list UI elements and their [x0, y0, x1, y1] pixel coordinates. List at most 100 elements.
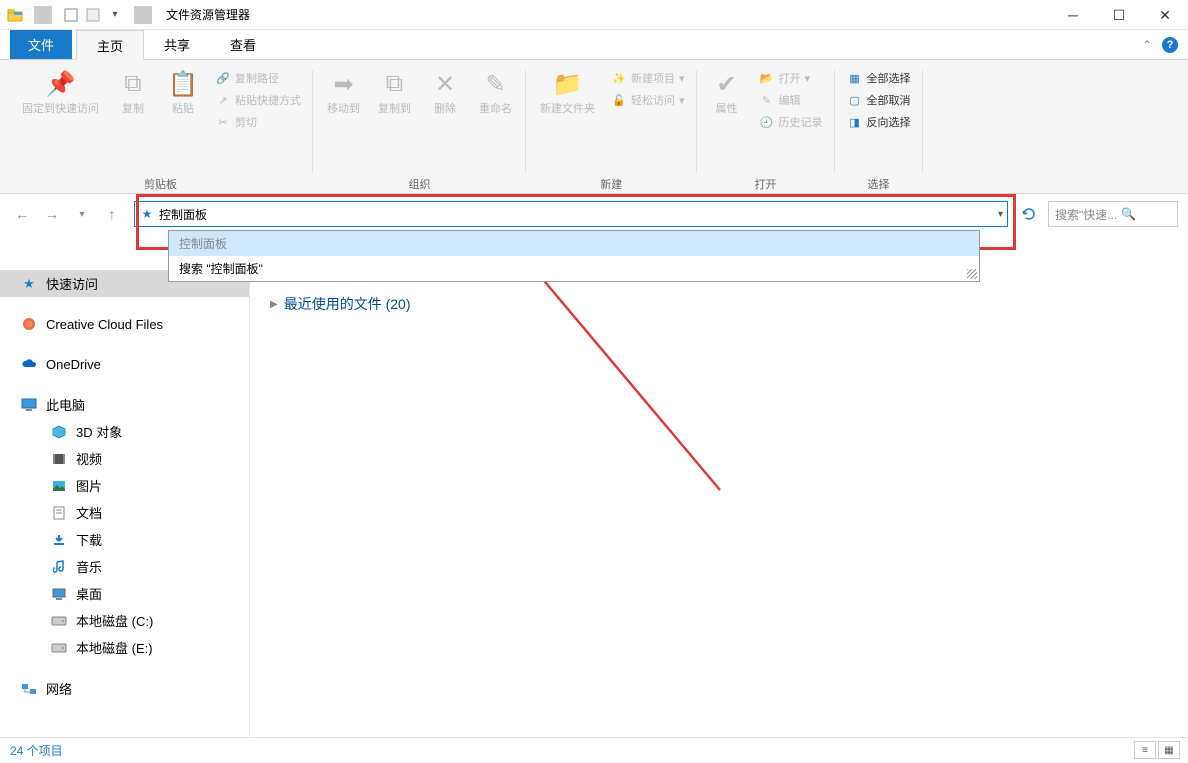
minimize-button[interactable]: ─ — [1050, 0, 1096, 30]
sidebar-item-3d-objects[interactable]: 3D 对象 — [0, 418, 249, 445]
select-none-icon: ▢ — [847, 92, 863, 108]
copy-path-button[interactable]: 🔗复制路径 — [211, 68, 305, 88]
copyto-icon: ⧉ — [379, 68, 411, 100]
forward-button[interactable]: → — [40, 202, 64, 226]
copy-button[interactable]: ⧉ 复制 — [111, 66, 155, 118]
open-label: 打开 — [755, 175, 777, 193]
new-folder-button[interactable]: 📁 新建文件夹 — [534, 66, 601, 118]
organize-label: 组织 — [409, 175, 431, 193]
tab-share[interactable]: 共享 — [144, 30, 210, 59]
rename-icon: ✎ — [480, 68, 512, 100]
sidebar-item-pictures[interactable]: 图片 — [0, 472, 249, 499]
cloud-icon — [20, 355, 38, 373]
picture-icon — [50, 477, 68, 495]
music-icon — [50, 558, 68, 576]
statusbar: 24 个项目 ≡ ▦ — [0, 737, 1188, 763]
new-item-button[interactable]: ✨新建项目 ▾ — [607, 68, 689, 88]
paste-button[interactable]: 📋 粘贴 — [161, 66, 205, 118]
delete-button[interactable]: ✕ 删除 — [423, 66, 467, 118]
select-label: 选择 — [868, 175, 890, 193]
help-icon[interactable]: ? — [1162, 37, 1178, 53]
resize-grip-icon[interactable] — [967, 269, 977, 279]
ribbon: 📌 固定到快速访问 ⧉ 复制 📋 粘贴 🔗复制路径 ↗粘贴快捷方式 ✂剪切 剪贴… — [0, 60, 1188, 194]
view-details-button[interactable]: ≡ — [1134, 741, 1156, 759]
cube-icon — [50, 423, 68, 441]
properties-button[interactable]: ✔ 属性 — [705, 66, 749, 118]
cut-button[interactable]: ✂剪切 — [211, 112, 305, 132]
sidebar-item-network[interactable]: 网络 — [0, 675, 249, 702]
drive-icon — [50, 639, 68, 657]
tab-file[interactable]: 文件 — [10, 30, 72, 59]
easy-access-button[interactable]: 🔓轻松访问 ▾ — [607, 90, 689, 110]
qat-item-blank-icon[interactable] — [84, 6, 102, 24]
qat-dropdown[interactable]: ▾ — [106, 6, 124, 24]
new-folder-icon: 📁 — [552, 68, 584, 100]
tab-home[interactable]: 主页 — [76, 30, 144, 60]
invert-selection-button[interactable]: ◨反向选择 — [843, 112, 915, 132]
search-input[interactable]: 搜索"快速... 🔍 — [1048, 201, 1178, 227]
suggestion-item-1[interactable]: 控制面板 — [169, 231, 979, 256]
close-button[interactable]: ✕ — [1142, 0, 1188, 30]
sidebar-item-this-pc[interactable]: 此电脑 — [0, 391, 249, 418]
up-button[interactable]: ↑ — [100, 202, 124, 226]
history-button[interactable]: 🕘历史记录 — [755, 112, 827, 132]
select-none-button[interactable]: ▢全部取消 — [843, 90, 915, 110]
chevron-right-icon: ▶ — [270, 299, 278, 310]
pin-to-quick-access-button[interactable]: 📌 固定到快速访问 — [16, 66, 105, 118]
edit-button[interactable]: ✎编辑 — [755, 90, 827, 110]
copy-label: 复制 — [122, 102, 144, 116]
delete-icon: ✕ — [429, 68, 461, 100]
clipboard-label: 剪贴板 — [144, 175, 177, 193]
sidebar-item-desktop[interactable]: 桌面 — [0, 580, 249, 607]
network-icon — [20, 680, 38, 698]
refresh-button[interactable] — [1016, 201, 1042, 227]
sidebar-item-drive-c[interactable]: 本地磁盘 (C:) — [0, 607, 249, 634]
invert-icon: ◨ — [847, 114, 863, 130]
tab-view[interactable]: 查看 — [210, 30, 276, 59]
sidebar-item-documents[interactable]: 文档 — [0, 499, 249, 526]
drive-icon — [50, 612, 68, 630]
ribbon-tabs: 文件 主页 共享 查看 ⌃ ? — [0, 30, 1188, 60]
sidebar-item-creative-cloud[interactable]: Creative Cloud Files — [0, 311, 249, 337]
qat-item-icon[interactable] — [62, 6, 80, 24]
ribbon-group-new: 📁 新建文件夹 ✨新建项目 ▾ 🔓轻松访问 ▾ 新建 — [526, 66, 697, 193]
sidebar-item-videos[interactable]: 视频 — [0, 445, 249, 472]
recent-locations-button[interactable]: ▾ — [70, 202, 94, 226]
view-icons-button[interactable]: ▦ — [1158, 741, 1180, 759]
recent-files-header[interactable]: ▶ 最近使用的文件 (20) — [270, 294, 1168, 314]
move-to-button[interactable]: ➡ 移动到 — [321, 66, 366, 118]
address-dropdown-icon[interactable]: ▾ — [998, 209, 1003, 220]
navigation-bar: ← → ▾ ↑ ★ 控制面板 ▾ 搜索"快速... 🔍 控制面板 搜索 "控制面… — [0, 194, 1188, 234]
rename-button[interactable]: ✎ 重命名 — [473, 66, 518, 118]
address-bar[interactable]: ★ 控制面板 ▾ — [134, 201, 1008, 227]
ribbon-group-select: ▦全部选择 ▢全部取消 ◨反向选择 选择 — [835, 66, 923, 193]
suggestion-item-2[interactable]: 搜索 "控制面板" — [169, 256, 979, 281]
navigation-pane: ★ 快速访问 Creative Cloud Files OneDrive 此电脑… — [0, 234, 250, 737]
back-button[interactable]: ← — [10, 202, 34, 226]
address-text: 控制面板 — [159, 206, 207, 223]
path-icon: 🔗 — [215, 70, 231, 86]
copy-to-button[interactable]: ⧉ 复制到 — [372, 66, 417, 118]
select-all-button[interactable]: ▦全部选择 — [843, 68, 915, 88]
monitor-icon — [20, 396, 38, 414]
content-pane: ▶ 最近使用的文件 (20) — [250, 234, 1188, 737]
sidebar-item-drive-e[interactable]: 本地磁盘 (E:) — [0, 634, 249, 661]
open-icon: 📂 — [759, 70, 775, 86]
sidebar-item-music[interactable]: 音乐 — [0, 553, 249, 580]
search-icon: 🔍 — [1121, 207, 1136, 221]
sidebar-item-onedrive[interactable]: OneDrive — [0, 351, 249, 377]
collapse-ribbon-icon[interactable]: ⌃ — [1142, 38, 1152, 52]
ribbon-group-organize: ➡ 移动到 ⧉ 复制到 ✕ 删除 ✎ 重命名 组织 — [313, 66, 526, 193]
paste-icon: 📋 — [167, 68, 199, 100]
creative-cloud-icon — [20, 315, 38, 333]
sidebar-item-downloads[interactable]: 下载 — [0, 526, 249, 553]
address-suggestions: 控制面板 搜索 "控制面板" — [168, 230, 980, 282]
pin-icon: 📌 — [45, 68, 77, 100]
window-title: 文件资源管理器 — [166, 6, 250, 23]
paste-label: 粘贴 — [172, 102, 194, 116]
download-icon — [50, 531, 68, 549]
open-button[interactable]: 📂打开 ▾ — [755, 68, 827, 88]
star-icon: ★ — [20, 275, 38, 293]
paste-shortcut-button[interactable]: ↗粘贴快捷方式 — [211, 90, 305, 110]
maximize-button[interactable]: ☐ — [1096, 0, 1142, 30]
